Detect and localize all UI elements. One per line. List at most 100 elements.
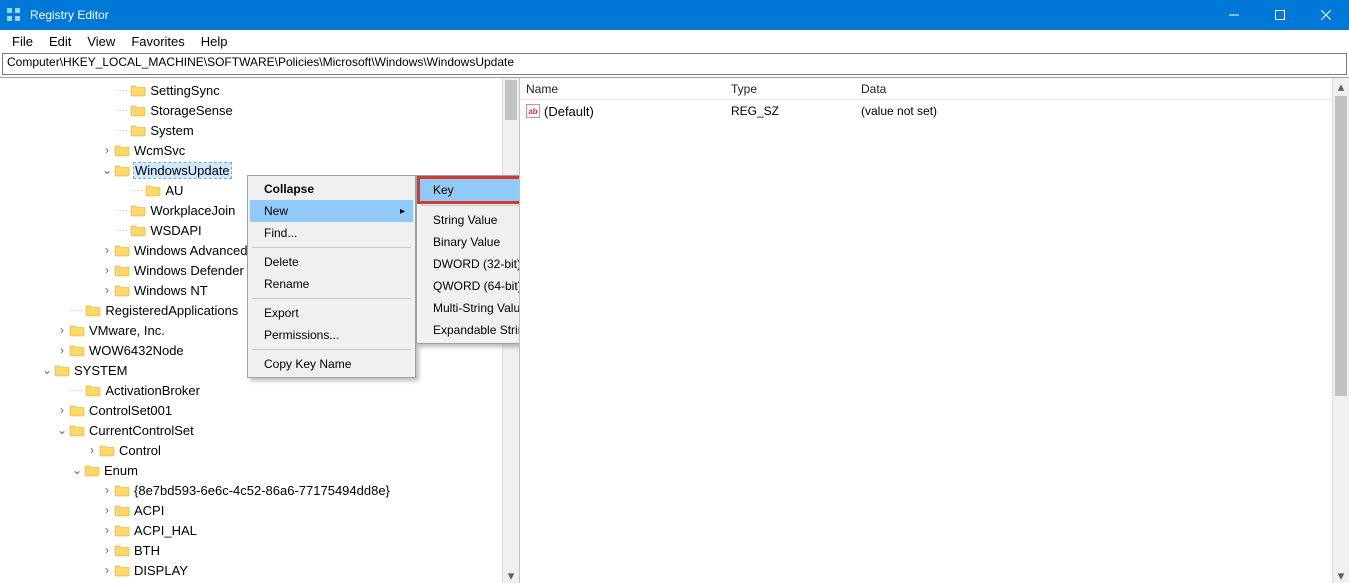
expand-icon[interactable] bbox=[100, 484, 114, 496]
menu-edit[interactable]: Edit bbox=[41, 32, 79, 51]
scroll-up-icon[interactable]: ▴ bbox=[1333, 78, 1349, 95]
tree-label: WOW6432Node bbox=[89, 343, 184, 358]
window-title: Registry Editor bbox=[30, 8, 1211, 22]
address-bar[interactable]: Computer\HKEY_LOCAL_MACHINE\SOFTWARE\Pol… bbox=[2, 53, 1347, 75]
tree-item[interactable]: ControlSet001 bbox=[0, 400, 519, 420]
ctx-new-dword[interactable]: DWORD (32-bit) Value bbox=[419, 253, 520, 275]
tree-guide: ···· bbox=[115, 85, 130, 96]
scroll-down-icon[interactable]: ▾ bbox=[503, 567, 519, 583]
tree-label: CurrentControlSet bbox=[89, 423, 194, 438]
ctx-new-string[interactable]: String Value bbox=[419, 209, 520, 231]
tree-label: RegisteredApplications bbox=[105, 303, 238, 318]
tree-item[interactable]: ···· SettingSync bbox=[0, 80, 519, 100]
tree-pane[interactable]: ···· SettingSync ····StorageSense ···· Syste… bbox=[0, 78, 520, 583]
close-button[interactable] bbox=[1303, 0, 1349, 30]
value-row[interactable]: ab(Default) REG_SZ (value not set) bbox=[520, 100, 1349, 122]
ctx-delete[interactable]: Delete bbox=[250, 251, 413, 273]
col-type[interactable]: Type bbox=[725, 82, 855, 96]
expand-icon[interactable] bbox=[55, 324, 69, 336]
tree-item[interactable]: ···· System bbox=[0, 120, 519, 140]
expand-icon[interactable] bbox=[100, 564, 114, 576]
string-value-icon: ab bbox=[526, 104, 540, 118]
expand-icon[interactable] bbox=[55, 404, 69, 416]
ctx-new-qword[interactable]: QWORD (64-bit) Value bbox=[419, 275, 520, 297]
tree-label: WSDAPI bbox=[150, 223, 201, 238]
folder-icon bbox=[85, 303, 101, 317]
expand-icon[interactable] bbox=[100, 544, 114, 556]
col-data[interactable]: Data bbox=[855, 82, 1349, 96]
list-pane[interactable]: Name Type Data ab(Default) REG_SZ (value… bbox=[520, 78, 1349, 583]
ctx-rename[interactable]: Rename bbox=[250, 273, 413, 295]
ctx-copy-key-name[interactable]: Copy Key Name bbox=[250, 353, 413, 375]
folder-icon bbox=[114, 263, 130, 277]
menu-view[interactable]: View bbox=[79, 32, 123, 51]
expand-icon[interactable] bbox=[100, 504, 114, 516]
ctx-new[interactable]: New bbox=[250, 200, 413, 222]
ctx-find[interactable]: Find... bbox=[250, 222, 413, 244]
expand-icon[interactable] bbox=[100, 284, 114, 296]
tree-label: SYSTEM bbox=[74, 363, 127, 378]
ctx-new-expandable[interactable]: Expandable String Value bbox=[419, 319, 520, 341]
tree-label: BTH bbox=[134, 543, 160, 558]
expand-icon[interactable] bbox=[100, 144, 114, 156]
menu-help[interactable]: Help bbox=[193, 32, 236, 51]
ctx-collapse[interactable]: Collapse bbox=[250, 178, 413, 200]
menu-file[interactable]: File bbox=[4, 32, 41, 51]
tree-item[interactable]: DISPLAY bbox=[0, 560, 519, 580]
expand-icon[interactable] bbox=[100, 244, 114, 256]
tree-label: {8e7bd593-6e6c-4c52-86a6-77175494dd8e} bbox=[134, 483, 390, 498]
tree-guide: ···· bbox=[115, 125, 130, 136]
tree-label: ACPI bbox=[134, 503, 164, 518]
tree-label: WindowsUpdate bbox=[134, 163, 231, 178]
ctx-new-binary[interactable]: Binary Value bbox=[419, 231, 520, 253]
ctx-permissions[interactable]: Permissions... bbox=[250, 324, 413, 346]
folder-icon bbox=[130, 223, 146, 237]
folder-icon bbox=[114, 543, 130, 557]
tree-label: ActivationBroker bbox=[105, 383, 200, 398]
tree-label: WorkplaceJoin bbox=[150, 203, 235, 218]
ctx-new-key[interactable]: Key bbox=[419, 178, 520, 202]
maximize-button[interactable] bbox=[1257, 0, 1303, 30]
folder-icon bbox=[84, 463, 100, 477]
tree-item[interactable]: ···· ActivationBroker bbox=[0, 380, 519, 400]
expand-icon[interactable] bbox=[85, 444, 99, 456]
main-split: ···· SettingSync ····StorageSense ···· Syste… bbox=[0, 77, 1349, 583]
menu-favorites[interactable]: Favorites bbox=[123, 32, 192, 51]
expand-icon[interactable] bbox=[55, 424, 69, 436]
tree-item[interactable]: BTH bbox=[0, 540, 519, 560]
expand-icon[interactable] bbox=[40, 364, 54, 376]
context-submenu-new: Key String Value Binary Value DWORD (32-… bbox=[416, 175, 520, 344]
folder-icon bbox=[99, 443, 115, 457]
tree-item[interactable]: Control bbox=[0, 440, 519, 460]
tree-label: DISPLAY bbox=[134, 563, 188, 578]
tree-item[interactable]: Enum bbox=[0, 460, 519, 480]
expand-icon[interactable] bbox=[100, 524, 114, 536]
ctx-export[interactable]: Export bbox=[250, 302, 413, 324]
tree-label: System bbox=[150, 123, 193, 138]
tree-item[interactable]: ACPI bbox=[0, 500, 519, 520]
expand-icon[interactable] bbox=[100, 164, 114, 176]
tree-item[interactable]: ACPI_HAL bbox=[0, 520, 519, 540]
col-name[interactable]: Name bbox=[520, 82, 725, 96]
folder-icon bbox=[69, 343, 85, 357]
expand-icon[interactable] bbox=[55, 344, 69, 356]
expand-icon[interactable] bbox=[70, 464, 84, 476]
tree-guide: ···· bbox=[70, 385, 85, 396]
scroll-thumb[interactable] bbox=[1335, 96, 1347, 396]
column-headers: Name Type Data bbox=[520, 78, 1349, 100]
ctx-new-multistring[interactable]: Multi-String Value bbox=[419, 297, 520, 319]
value-type: REG_SZ bbox=[725, 104, 855, 118]
scroll-down-icon[interactable]: ▾ bbox=[1333, 567, 1349, 583]
folder-icon bbox=[130, 123, 146, 137]
scroll-thumb[interactable] bbox=[505, 80, 517, 120]
minimize-button[interactable] bbox=[1211, 0, 1257, 30]
tree-label: AU bbox=[165, 183, 183, 198]
expand-icon[interactable] bbox=[100, 264, 114, 276]
tree-label: SettingSync bbox=[150, 83, 219, 98]
tree-item[interactable]: WcmSvc bbox=[0, 140, 519, 160]
tree-item[interactable]: ····StorageSense bbox=[0, 100, 519, 120]
tree-item[interactable]: CurrentControlSet bbox=[0, 420, 519, 440]
app-icon bbox=[6, 7, 22, 23]
tree-item[interactable]: {8e7bd593-6e6c-4c52-86a6-77175494dd8e} bbox=[0, 480, 519, 500]
list-scrollbar[interactable]: ▴ ▾ bbox=[1332, 78, 1349, 583]
